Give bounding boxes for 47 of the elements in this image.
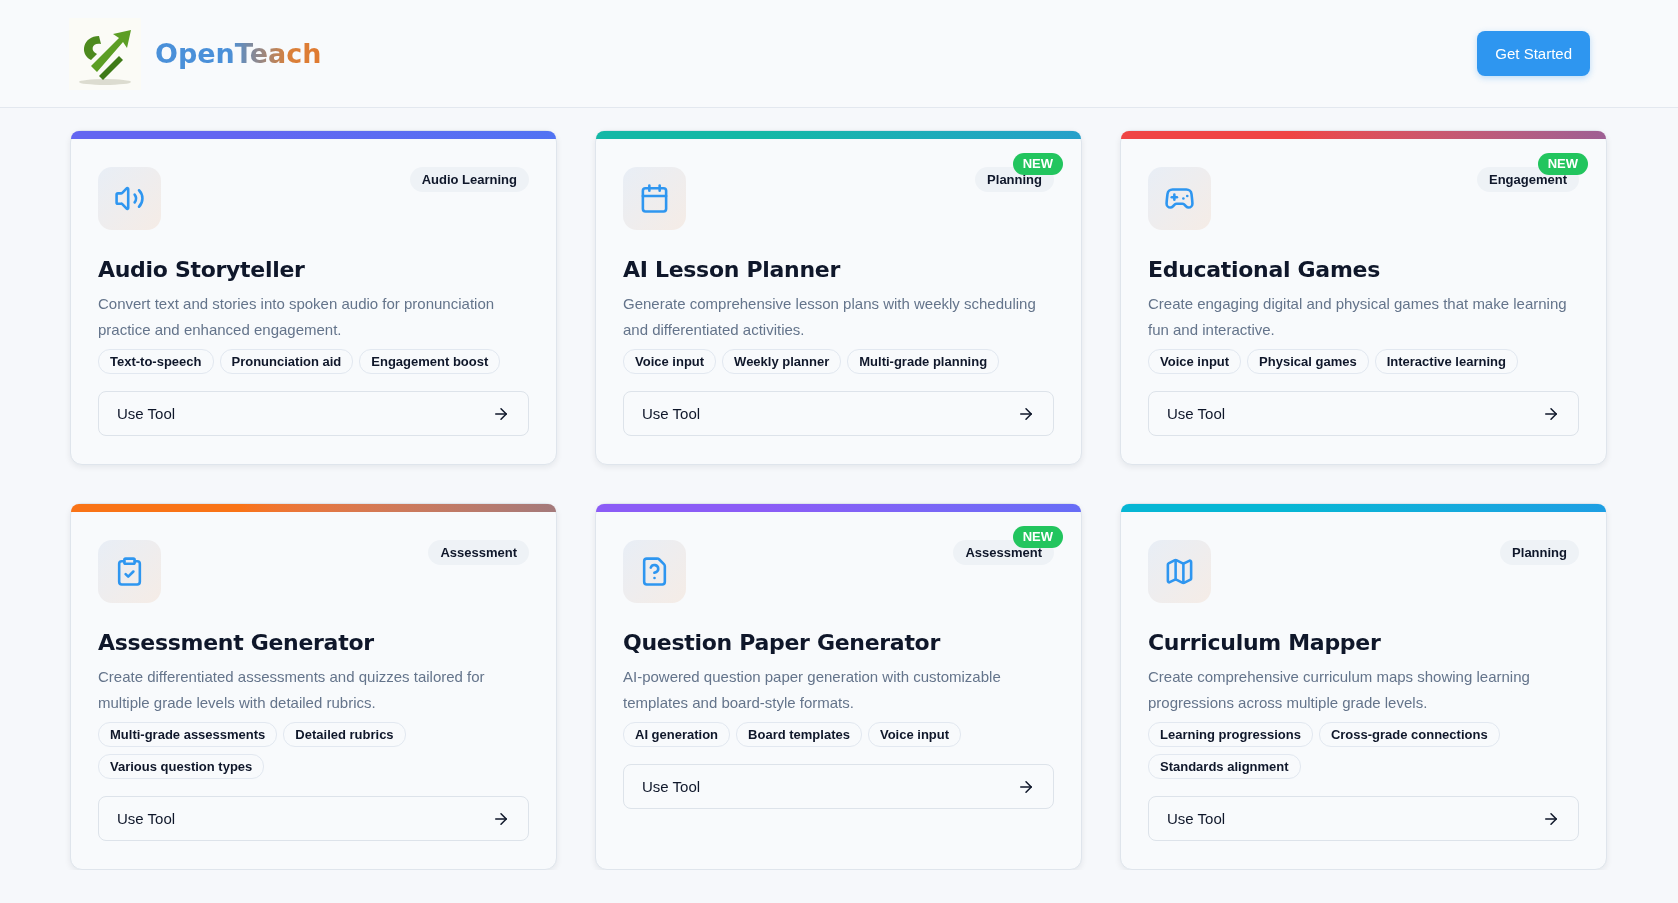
feature-tag: Learning progressions	[1148, 722, 1313, 747]
feature-tag: Cross-grade connections	[1318, 722, 1500, 747]
card-description: Create differentiated assessments and quizzes tailored for multiple grade levels with detailed rubrics.	[98, 667, 486, 713]
feature-tag: Various question types	[98, 754, 265, 779]
calendar-icon	[639, 183, 670, 214]
card-title: Curriculum Mapper	[1148, 630, 1382, 655]
feature-tag: Engagement boost	[359, 349, 501, 374]
feature-tag: Text-to-speech	[98, 349, 214, 374]
feature-tag: Interactive learning	[1374, 349, 1518, 374]
feature-tag: Multi-grade assessments	[98, 722, 278, 747]
card-description: Generate comprehensive lesson plans with weekly scheduling and differentiated activities.	[623, 294, 1037, 340]
use-tool-button[interactable]: Use Tool	[98, 391, 529, 436]
feature-tag: Voice input	[867, 722, 962, 747]
logo-icon	[69, 17, 141, 90]
feature-tag: Weekly planner	[722, 349, 842, 374]
use-tool-button[interactable]: Use Tool	[1148, 391, 1579, 436]
new-badge: NEW	[1012, 526, 1063, 548]
use-tool-button[interactable]: Use Tool	[1148, 796, 1579, 841]
category-label: Engagement	[1477, 167, 1579, 192]
feature-tag: Physical games	[1247, 349, 1369, 374]
card-title: Audio Storyteller	[98, 257, 306, 282]
new-badge: NEW	[1537, 153, 1588, 175]
card-title: Question Paper Generator	[623, 630, 942, 655]
category-label: Planning	[1500, 540, 1579, 565]
card-description: AI-powered question paper generation with customizable templates and board-style formats.	[623, 667, 1002, 713]
category-label: Assessment	[953, 540, 1054, 565]
category-label: Assessment	[428, 540, 529, 565]
card-description: Convert text and stories into spoken audio for pronunciation practice and enhanced engagement.	[98, 294, 496, 340]
card-title: AI Lesson Planner	[623, 257, 842, 282]
feature-tag: Voice input	[1148, 349, 1242, 374]
map-icon	[1164, 556, 1195, 587]
card-description: Create engaging digital and physical games that make learning fun and interactive.	[1148, 294, 1568, 340]
feature-tag: AI generation	[623, 722, 731, 747]
category-label: Audio Learning	[409, 167, 529, 192]
card-title: Educational Games	[1148, 257, 1381, 282]
use-tool-button[interactable]: Use Tool	[623, 391, 1054, 436]
new-badge: NEW	[1012, 153, 1063, 175]
feature-tag: Voice input	[623, 349, 717, 374]
feature-tag: Multi-grade planning	[847, 349, 1000, 374]
feature-tag: Board templates	[736, 722, 862, 747]
feature-tag: Standards alignment	[1148, 754, 1301, 779]
use-tool-button[interactable]: Use Tool	[98, 796, 529, 841]
card-title: Assessment Generator	[98, 630, 375, 655]
use-tool-button[interactable]: Use Tool	[623, 764, 1054, 809]
card-description: Create comprehensive curriculum maps showing learning progressions across multiple grade levels.	[1148, 667, 1531, 713]
feature-tag: Pronunciation aid	[219, 349, 354, 374]
feature-tag: Detailed rubrics	[283, 722, 406, 747]
